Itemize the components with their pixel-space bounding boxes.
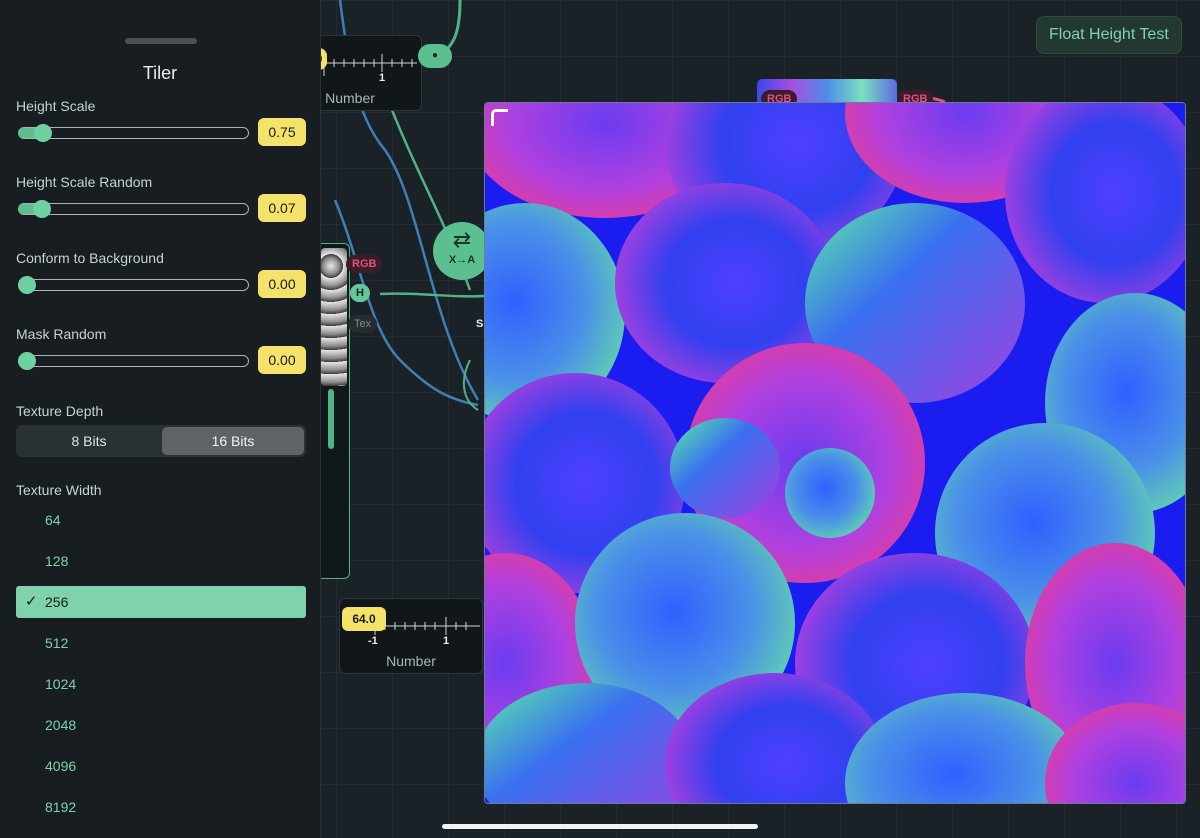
port-rgb[interactable]: RGB bbox=[346, 255, 383, 273]
height-scale-slider[interactable] bbox=[18, 124, 249, 142]
panel-title: Tiler bbox=[142, 63, 178, 83]
height-scale-random-label: Height Scale Random bbox=[16, 174, 153, 190]
height-scale-random-value[interactable]: 0.07 bbox=[258, 194, 306, 222]
number-node-value-badge[interactable]: 64.0 bbox=[342, 607, 386, 631]
texture-preview[interactable] bbox=[484, 102, 1186, 804]
texture-width-option[interactable]: 1024 bbox=[16, 668, 306, 700]
home-indicator[interactable] bbox=[442, 824, 758, 829]
output-port-dot[interactable]: ● bbox=[418, 44, 452, 68]
port-s[interactable]: S bbox=[476, 318, 483, 330]
height-scale-random-slider[interactable] bbox=[18, 200, 249, 218]
texture-width-option[interactable]: 64 bbox=[16, 504, 306, 536]
height-scale-value[interactable]: 0.75 bbox=[258, 118, 306, 146]
mask-random-value[interactable]: 0.00 bbox=[258, 346, 306, 374]
conform-background-label: Conform to Background bbox=[16, 250, 164, 266]
tiler-node-scrollbar[interactable] bbox=[328, 389, 334, 449]
number-node-tick-right: 1 bbox=[443, 635, 450, 647]
preview-corner-handle[interactable] bbox=[491, 109, 508, 126]
texture-depth-16-bits[interactable]: 16 Bits bbox=[162, 427, 304, 455]
texture-width-option[interactable]: 4096 bbox=[16, 750, 306, 782]
swap-icon: ⇄ bbox=[452, 227, 472, 252]
texture-width-option[interactable]: 512 bbox=[16, 627, 306, 659]
mask-random-slider[interactable] bbox=[18, 352, 249, 370]
slider-knob[interactable] bbox=[18, 276, 36, 294]
texture-depth-segmented-control[interactable]: 8 Bits 16 Bits bbox=[16, 425, 306, 457]
conform-background-slider[interactable] bbox=[18, 276, 249, 294]
slider-knob[interactable] bbox=[34, 124, 52, 142]
converter-node[interactable]: ⇄ X→A bbox=[433, 222, 491, 280]
mask-random-label: Mask Random bbox=[16, 326, 107, 342]
float-height-test-button[interactable]: Float Height Test bbox=[1036, 16, 1182, 54]
texture-width-option-selected[interactable]: ✓ 256 bbox=[16, 586, 306, 618]
number-node-tick-left: -1 bbox=[368, 635, 378, 647]
texture-width-option[interactable]: 128 bbox=[16, 545, 306, 577]
normal-map-image bbox=[485, 103, 1185, 803]
panel-grabber[interactable] bbox=[125, 38, 197, 44]
texture-depth-label: Texture Depth bbox=[16, 403, 104, 419]
texture-width-option[interactable]: 2048 bbox=[16, 709, 306, 741]
height-scale-label: Height Scale bbox=[16, 98, 96, 114]
tiler-inspector-panel: Tiler Height Scale 0.75 Height Scale Ran… bbox=[0, 0, 321, 838]
conform-background-value[interactable]: 0.00 bbox=[258, 270, 306, 298]
converter-caption: X→A bbox=[448, 254, 476, 266]
port-h[interactable]: H bbox=[350, 284, 370, 302]
number-node-label: Number bbox=[386, 653, 436, 669]
texture-depth-8-bits[interactable]: 8 Bits bbox=[18, 427, 160, 455]
number-node-bottom[interactable]: 64.0 -1 1 Number bbox=[339, 598, 483, 674]
checkmark-icon: ✓ bbox=[25, 593, 38, 610]
slider-knob[interactable] bbox=[18, 352, 36, 370]
port-tex[interactable]: Tex bbox=[348, 315, 378, 333]
number-node-tick-label: 1 bbox=[379, 72, 386, 84]
slider-knob[interactable] bbox=[33, 200, 51, 218]
tiler-node-thumbnail bbox=[321, 248, 347, 386]
texture-width-option[interactable]: 8192 bbox=[16, 791, 306, 823]
texture-width-label: Texture Width bbox=[16, 482, 102, 498]
